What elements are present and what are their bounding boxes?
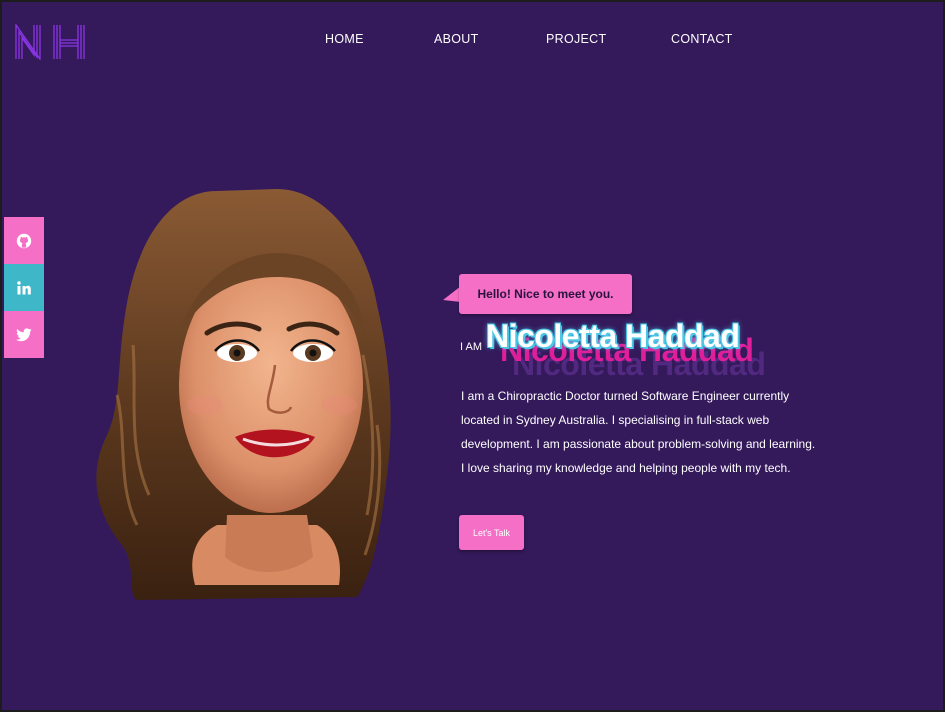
- twitter-icon: [16, 327, 32, 341]
- social-linkedin[interactable]: [4, 264, 44, 311]
- nav-home[interactable]: HOME: [325, 32, 364, 46]
- main-nav: HOME ABOUT PROJECT CONTACT: [2, 32, 945, 52]
- bio-text: I am a Chiropractic Doctor turned Softwa…: [461, 384, 826, 480]
- bio-line: development. I am passionate about probl…: [461, 437, 816, 451]
- hero-name: Nicoletta Haddad Nicoletta Haddad Nicole…: [486, 318, 826, 388]
- linkedin-icon: [17, 280, 31, 294]
- name-main: Nicoletta Haddad: [486, 318, 740, 354]
- social-github[interactable]: [4, 217, 44, 264]
- social-sidebar: [4, 217, 44, 358]
- github-icon: [16, 233, 32, 248]
- nav-about[interactable]: ABOUT: [434, 32, 479, 46]
- bio-line: I am a Chiropractic Doctor turned Softwa…: [461, 389, 790, 403]
- bio-line: I love sharing my knowledge and helping …: [461, 461, 791, 475]
- greeting-bubble: Hello! Nice to meet you.: [459, 274, 632, 314]
- portrait-illustration: [96, 189, 391, 600]
- bio-line: located in Sydney Australia. I specialis…: [461, 413, 770, 427]
- i-am-label: I AM: [460, 341, 483, 353]
- social-twitter[interactable]: [4, 311, 44, 358]
- lets-talk-button[interactable]: Let's Talk: [459, 515, 524, 550]
- nav-project[interactable]: PROJECT: [546, 32, 606, 46]
- nav-contact[interactable]: CONTACT: [671, 32, 733, 46]
